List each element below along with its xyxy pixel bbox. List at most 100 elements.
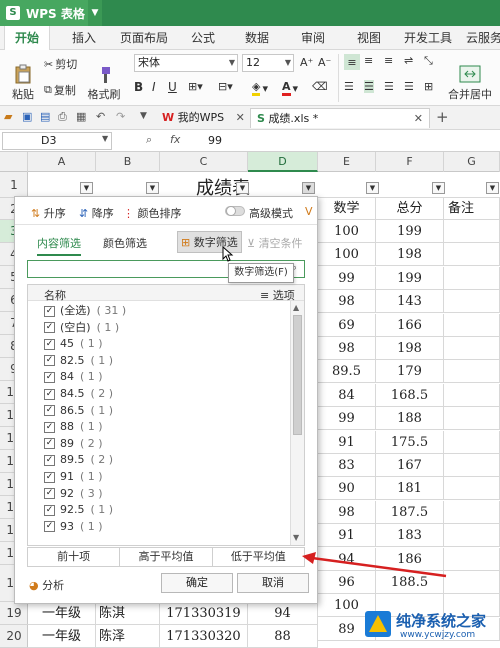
below-average-button[interactable]: 低于平均值 [213,548,304,566]
cell-total[interactable]: 199 [376,220,444,243]
cell-total[interactable]: 188 [376,407,444,430]
filter-list-item[interactable]: ✓ 93 ( 1 ) [44,519,103,535]
cell-grade[interactable]: 一年级 [28,625,96,648]
cell-total[interactable]: 179 [376,360,444,383]
filter-list-item[interactable]: ✓ (全选) ( 31 ) [44,303,126,319]
above-average-button[interactable]: 高于平均值 [120,548,213,566]
filter-list-item[interactable]: ✓ 89.5 ( 2 ) [44,452,113,468]
checkbox[interactable]: ✓ [44,471,55,483]
cell-remark[interactable] [444,548,500,571]
filter-list-item[interactable]: ✓ (空白) ( 1 ) [44,320,119,336]
checkbox[interactable]: ✓ [44,305,55,317]
cell-total[interactable]: 199 [376,267,444,290]
cell-math[interactable]: 99 [318,267,376,290]
checkbox[interactable]: ✓ [44,355,55,367]
analysis-button[interactable]: ◕ 分析 [29,577,64,593]
tab-color-filter[interactable]: 颜色筛选 [103,235,147,251]
checkbox[interactable]: ✓ [44,504,55,516]
cell-remark[interactable] [444,477,500,500]
cell-math[interactable]: 91 [318,524,376,547]
cell-math[interactable]: 83 [318,454,376,477]
checkbox[interactable]: ✓ [44,454,55,466]
scroll-up-icon[interactable]: ▲ [293,303,299,312]
cell-remark[interactable] [444,501,500,524]
cell-remark[interactable] [444,220,500,243]
cell-remark[interactable] [444,267,500,290]
cell-total[interactable]: 187.5 [376,501,444,524]
cell-remark[interactable] [444,407,500,430]
cell-math[interactable]: 91 [318,431,376,454]
cell-remark[interactable] [444,360,500,383]
scroll-thumb[interactable] [293,315,302,435]
filter-list-item[interactable]: ✓ 45 ( 1 ) [44,336,103,352]
clear-conditions-button[interactable]: ⊻ 清空条件 [247,235,303,251]
filter-list-item[interactable]: ✓ 92.5 ( 1 ) [44,502,113,518]
filter-list-item[interactable]: ✓ 86.5 ( 1 ) [44,403,113,419]
cell-total[interactable]: 166 [376,314,444,337]
checkbox[interactable]: ✓ [44,371,55,383]
header-math[interactable]: 数学 [318,198,376,220]
filter-dropdown-g[interactable]: ▼ [486,182,499,194]
checkbox[interactable]: ✓ [44,388,55,400]
sort-asc-button[interactable]: ⇅ 升序 [31,205,66,221]
cell-remark[interactable] [444,571,500,594]
checkbox[interactable]: ✓ [44,521,55,533]
cell-total[interactable]: 183 [376,524,444,547]
filter-dropdown-f[interactable]: ▼ [432,182,445,194]
filter-list-item[interactable]: ✓ 82.5 ( 1 ) [44,353,113,369]
cell-score[interactable]: 88 [248,625,318,648]
checkbox[interactable]: ✓ [44,438,55,450]
cell-remark[interactable] [444,524,500,547]
cell-name[interactable]: 陈淇 [96,602,160,625]
top-ten-button[interactable]: 前十项 [28,548,121,566]
cell-remark[interactable] [444,337,500,360]
filter-list-item[interactable]: ✓ 84.5 ( 2 ) [44,386,113,402]
cell-total[interactable]: 167 [376,454,444,477]
advanced-mode-toggle[interactable] [225,206,245,216]
cell-math[interactable]: 100 [318,220,376,243]
cell-remark[interactable] [444,384,500,407]
cancel-button[interactable]: 取消 [237,573,309,593]
cell-math[interactable]: 69 [318,314,376,337]
cell-total[interactable]: 181 [376,477,444,500]
cell-remark[interactable] [444,243,500,266]
list-scrollbar[interactable]: ▲ ▼ [290,301,304,545]
ok-button[interactable]: 确定 [161,573,233,593]
header-remark[interactable]: 备注 [444,198,500,220]
filter-dropdown-d[interactable]: ▼ [302,182,315,194]
cell-total[interactable]: 198 [376,243,444,266]
cell-math[interactable]: 84 [318,384,376,407]
cell-total[interactable]: 175.5 [376,431,444,454]
cell-remark[interactable] [444,454,500,477]
cell-id[interactable]: 171330320 [160,625,248,648]
cell-math[interactable]: 98 [318,337,376,360]
sort-color-button[interactable]: ⋮ 颜色排序 [123,205,182,221]
header-total[interactable]: 总分 [376,198,444,220]
cell-math[interactable]: 90 [318,477,376,500]
cell-math[interactable]: 89.5 [318,360,376,383]
checkbox[interactable]: ✓ [44,322,55,334]
cell-remark[interactable] [444,290,500,313]
cell-total[interactable]: 168.5 [376,384,444,407]
cell-remark[interactable] [444,431,500,454]
cell-score[interactable]: 94 [248,602,318,625]
tab-content-filter[interactable]: 内容筛选 [37,235,81,256]
cell-grade[interactable]: 一年级 [28,602,96,625]
scroll-down-icon[interactable]: ▼ [293,533,299,542]
cell-name[interactable]: 陈泽 [96,625,160,648]
filter-dropdown-b[interactable]: ▼ [146,182,159,194]
cell-total[interactable]: 143 [376,290,444,313]
sort-desc-button[interactable]: ⇵ 降序 [79,205,114,221]
cell-math[interactable]: 98 [318,501,376,524]
filter-list-item[interactable]: ✓ 92 ( 3 ) [44,486,103,502]
cell-total[interactable]: 198 [376,337,444,360]
filter-list-item[interactable]: ✓ 91 ( 1 ) [44,469,103,485]
filter-dropdown-c[interactable]: ▼ [236,182,249,194]
cell-math[interactable]: 100 [318,243,376,266]
cell-id[interactable]: 171330319 [160,602,248,625]
filter-dropdown-e[interactable]: ▼ [366,182,379,194]
checkbox[interactable]: ✓ [44,421,55,433]
filter-list-item[interactable]: ✓ 89 ( 2 ) [44,436,103,452]
checkbox[interactable]: ✓ [44,338,55,350]
cell-remark[interactable] [444,314,500,337]
